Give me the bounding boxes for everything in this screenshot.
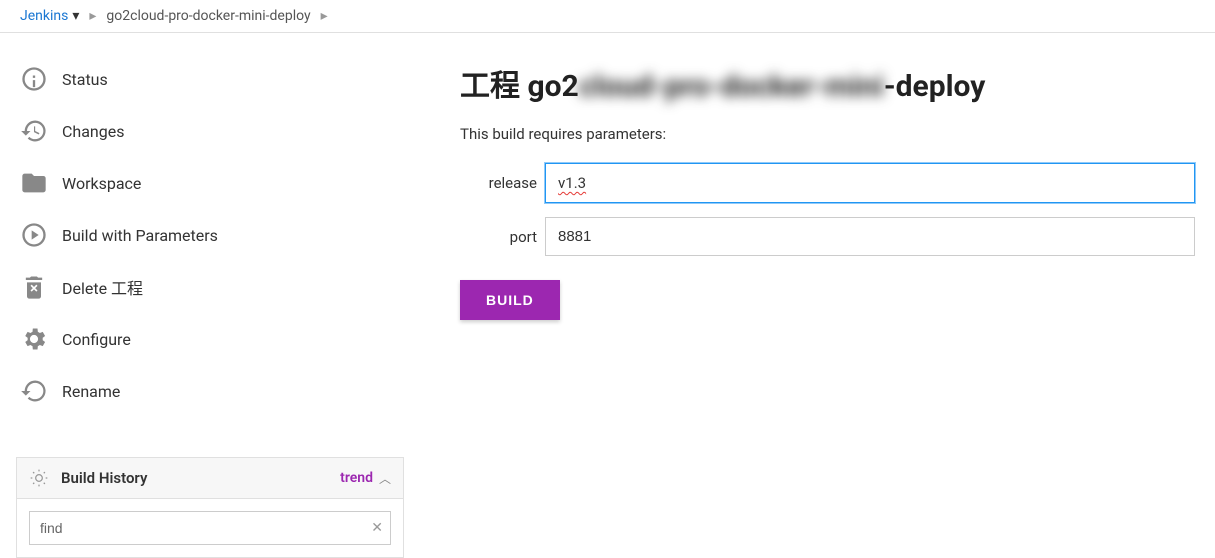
chevron-up-icon[interactable]: ︿: [379, 470, 391, 487]
dropdown-arrow-icon[interactable]: ▾: [72, 8, 79, 24]
port-input[interactable]: [545, 217, 1195, 256]
sidebar-item-label: Status: [62, 70, 108, 89]
breadcrumb: Jenkins ▾ ▸ go2cloud-pro-docker-mini-dep…: [0, 0, 1215, 33]
trend-link[interactable]: trend: [340, 470, 373, 486]
param-row-release: release v1.3: [460, 163, 1195, 203]
param-label: port: [460, 228, 545, 246]
param-label: release: [460, 174, 545, 192]
sidebar-item-rename[interactable]: Rename: [16, 365, 404, 417]
sidebar-item-delete[interactable]: Delete 工程: [16, 261, 404, 313]
gear-icon: [20, 325, 48, 353]
rename-icon: [20, 377, 48, 405]
sidebar-item-label: Workspace: [62, 174, 141, 193]
sidebar: Status Changes Workspace Build with Para…: [0, 33, 420, 558]
sidebar-item-label: Build with Parameters: [62, 226, 218, 245]
build-button[interactable]: BUILD: [460, 280, 560, 320]
sidebar-item-changes[interactable]: Changes: [16, 105, 404, 157]
chevron-right-icon: ▸: [89, 8, 96, 24]
build-history-panel: Build History trend ︿ ✕: [16, 457, 404, 558]
breadcrumb-job[interactable]: go2cloud-pro-docker-mini-deploy: [106, 8, 310, 24]
build-history-header[interactable]: Build History trend ︿: [17, 458, 403, 499]
release-input[interactable]: v1.3: [545, 163, 1195, 203]
build-history-title: Build History: [61, 469, 147, 487]
info-icon: [20, 65, 48, 93]
params-subtitle: This build requires parameters:: [460, 125, 1195, 143]
sidebar-item-label: Configure: [62, 330, 131, 349]
history-icon: [20, 117, 48, 145]
play-icon: [20, 221, 48, 249]
folder-icon: [20, 169, 48, 197]
chevron-right-icon: ▸: [321, 8, 328, 24]
delete-icon: [20, 273, 48, 301]
page-title: 工程 go2cloud-pro-docker-mini-deploy: [460, 61, 1195, 105]
find-input[interactable]: [29, 511, 391, 545]
sidebar-item-workspace[interactable]: Workspace: [16, 157, 404, 209]
param-row-port: port: [460, 217, 1195, 256]
sidebar-item-build-params[interactable]: Build with Parameters: [16, 209, 404, 261]
main-content: 工程 go2cloud-pro-docker-mini-deploy This …: [420, 33, 1215, 558]
sidebar-item-status[interactable]: Status: [16, 53, 404, 105]
sidebar-item-configure[interactable]: Configure: [16, 313, 404, 365]
sidebar-item-label: Changes: [62, 122, 125, 141]
clear-icon[interactable]: ✕: [371, 520, 383, 536]
breadcrumb-root-link[interactable]: Jenkins: [20, 8, 68, 24]
sun-icon: [29, 468, 49, 488]
sidebar-item-label: Rename: [62, 382, 120, 401]
sidebar-item-label: Delete 工程: [62, 275, 143, 299]
